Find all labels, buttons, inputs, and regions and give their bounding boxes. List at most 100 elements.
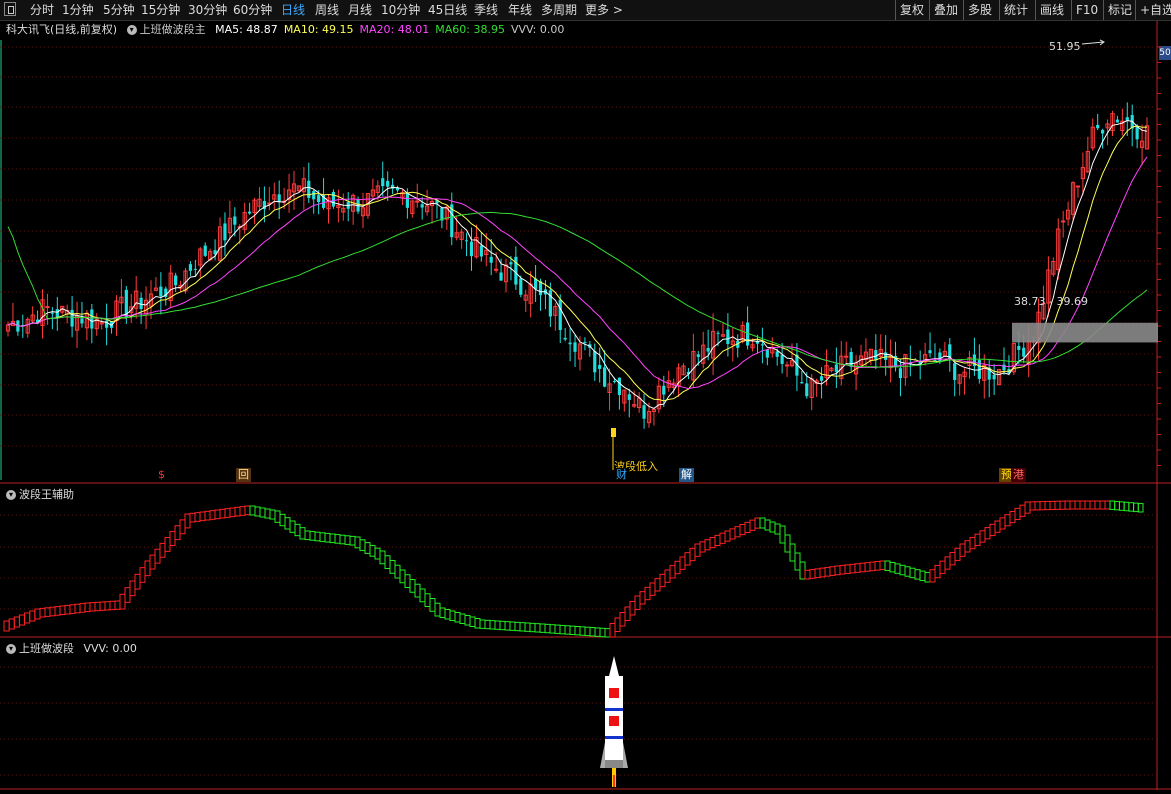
rocket-window [609, 688, 619, 698]
band-segment [239, 506, 246, 516]
band-segment [424, 593, 431, 607]
band-segment [18, 614, 26, 626]
band-segment [104, 601, 111, 611]
band-segment [574, 626, 581, 636]
candle-body [381, 178, 385, 187]
candle-body [884, 352, 888, 360]
band-segment [279, 513, 286, 527]
band-segment [379, 550, 386, 565]
band-segment [354, 536, 361, 549]
settings-icon[interactable]: ▾ [6, 644, 16, 654]
band-segment [829, 566, 836, 576]
candle-body [464, 240, 469, 242]
candle-body [317, 195, 321, 203]
band-segment [844, 564, 851, 574]
candle-body [612, 380, 617, 382]
candle-body [583, 341, 587, 343]
band-segment [299, 527, 306, 540]
rocket-nose [609, 656, 619, 676]
band-segment [174, 525, 181, 541]
band-segment [399, 569, 406, 584]
band-segment [539, 623, 546, 633]
band-segment [179, 519, 186, 535]
candle-body [469, 241, 474, 257]
candle-body [1075, 185, 1081, 188]
settings-icon[interactable]: ▾ [6, 490, 16, 500]
band-segment [129, 580, 136, 597]
candle-body [405, 193, 409, 208]
band-segment [329, 533, 336, 544]
band-segment [879, 560, 886, 571]
candle-body [662, 385, 666, 395]
band-segment [959, 543, 966, 557]
band-segment [524, 622, 531, 632]
band-segment [284, 517, 291, 530]
sub-panel-2-header[interactable]: ▾ 上班做波段 VVV: 0.00 [6, 640, 137, 656]
candle-body [509, 262, 513, 265]
sub-panel-1-header[interactable]: ▾ 波段王辅助 [6, 486, 74, 502]
band-segment [444, 609, 451, 620]
event-tag-5[interactable]: 港 [1011, 468, 1026, 482]
band-segment [579, 626, 586, 636]
band-segment [34, 608, 41, 620]
band-segment [419, 588, 426, 603]
band-segment [414, 583, 421, 598]
candle-body [800, 382, 804, 384]
event-tag-0[interactable]: $ [156, 468, 167, 482]
band-segment [754, 517, 761, 529]
candle-body [70, 309, 74, 327]
band-segment [139, 567, 146, 583]
band-segment [1114, 500, 1120, 511]
band-segment [1128, 502, 1135, 512]
band-segment [3, 620, 10, 632]
candle-body [514, 256, 518, 285]
band-segment [609, 623, 616, 638]
candle-body [248, 211, 252, 214]
band-segment [319, 532, 326, 542]
candle-body [1022, 347, 1026, 357]
rocket-fin [600, 742, 605, 768]
band-segment [564, 625, 571, 635]
candle-body [312, 191, 316, 200]
band-segment [729, 528, 736, 540]
candle-body [617, 377, 622, 396]
band-segment [604, 628, 611, 638]
band-segment [1069, 500, 1076, 510]
event-tag-2[interactable]: 财 [614, 468, 629, 482]
band-segment [634, 595, 641, 610]
band-segment [739, 524, 746, 536]
band-segment [394, 564, 401, 579]
band-segment [1084, 500, 1091, 510]
band-segment [464, 615, 471, 626]
band-segment [719, 532, 726, 544]
band-segment [1094, 500, 1101, 510]
candle-body [953, 363, 957, 380]
candle-body [627, 394, 631, 400]
candle-body [193, 268, 197, 270]
candle-body [548, 290, 552, 317]
event-tag-1[interactable]: 回 [236, 468, 251, 482]
band-segment [1089, 500, 1096, 510]
band-segment [504, 621, 511, 631]
candle-body [844, 355, 849, 358]
band-segment [629, 601, 636, 616]
event-tag-3[interactable]: 解 [679, 468, 694, 482]
band-segment [244, 505, 251, 516]
band-segment [1004, 514, 1011, 527]
band-segment [449, 610, 456, 621]
band-segment [599, 627, 606, 638]
high-arrow-icon [1081, 39, 1105, 46]
band-segment [1099, 500, 1106, 510]
band-segment [869, 561, 876, 572]
band-segment [264, 508, 271, 519]
band-segment [1064, 500, 1071, 510]
band-segment [689, 547, 696, 562]
band-segment [684, 552, 691, 566]
band-segment [594, 627, 601, 637]
band-segment [644, 586, 651, 601]
band-segment [13, 616, 20, 628]
band-segment [49, 606, 56, 617]
candle-body [603, 367, 607, 387]
band-segment [779, 525, 786, 544]
band-segment [999, 517, 1006, 530]
